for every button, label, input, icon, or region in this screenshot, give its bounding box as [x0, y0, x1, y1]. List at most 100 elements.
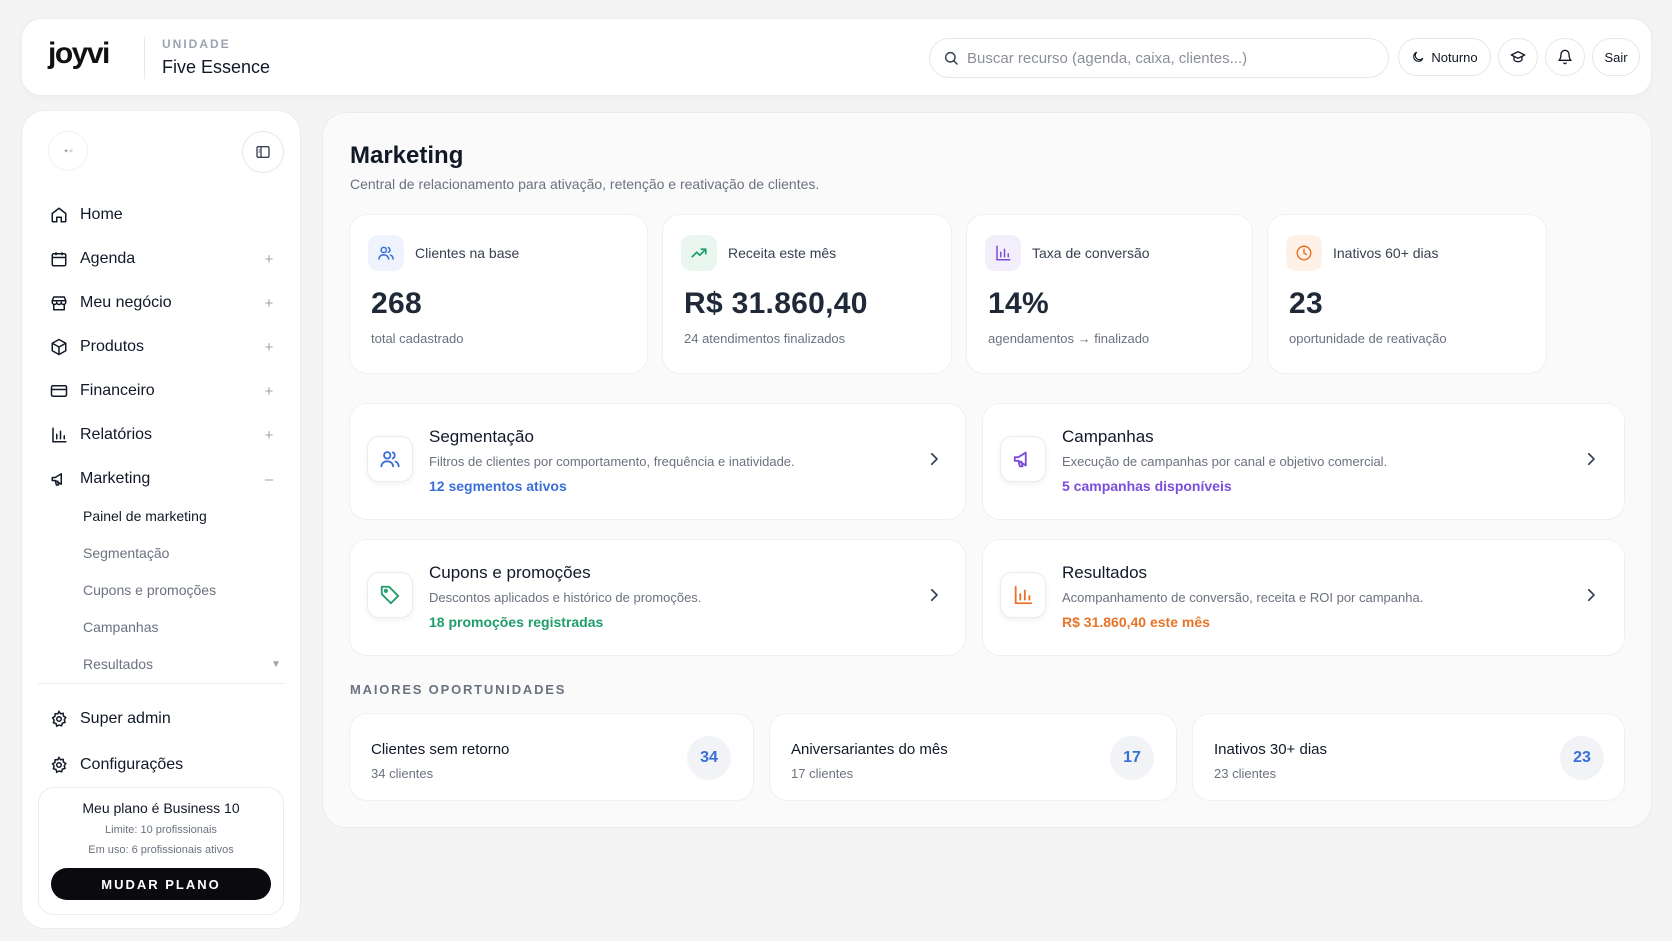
stat-caption: total cadastrado — [371, 331, 464, 346]
home-icon — [50, 206, 68, 224]
feature-link[interactable]: R$ 31.860,40 este mês — [1062, 614, 1210, 630]
stat-card-receita: Receita este mês R$ 31.860,40 24 atendim… — [662, 214, 952, 374]
opportunity-title: Aniversariantes do mês — [791, 741, 948, 758]
plan-limit: Limite: 10 profissionais — [105, 824, 217, 836]
expand-toggle[interactable]: + — [262, 251, 276, 268]
search-bar[interactable] — [929, 38, 1389, 78]
expand-toggle[interactable]: + — [262, 427, 276, 444]
opportunity-card-inativos-30[interactable]: Inativos 30+ dias 23 clientes 23 — [1192, 713, 1625, 801]
megaphone-icon — [1000, 436, 1046, 482]
opportunity-subtitle: 17 clientes — [791, 766, 854, 781]
feature-link[interactable]: 12 segmentos ativos — [429, 478, 567, 494]
bell-icon — [1557, 49, 1573, 65]
chevron-down-icon: ▼ — [271, 659, 281, 670]
sidebar-item-label: Configurações — [80, 756, 184, 773]
stat-caption: agendamentos → finalizado — [988, 331, 1150, 346]
opportunity-card-sem-retorno[interactable]: Clientes sem retorno 34 clientes 34 — [349, 713, 754, 801]
feature-link[interactable]: 5 campanhas disponíveis — [1062, 478, 1232, 494]
feature-title: Cupons e promoções — [429, 563, 591, 582]
sidebar-item-label: Home — [80, 206, 123, 223]
sidebar-item-relatorios[interactable]: Relatórios + — [50, 420, 276, 450]
sidebar-subitem-painel-marketing[interactable]: Painel de marketing — [83, 505, 207, 527]
count-badge: 34 — [687, 736, 731, 780]
main-panel: Marketing Central de relacionamento para… — [322, 112, 1652, 828]
sidebar-item-marketing[interactable]: Marketing – — [50, 464, 276, 494]
sidebar-item-produtos[interactable]: Produtos + — [50, 332, 276, 362]
feature-card-segmentacao[interactable]: Segmentação Filtros de clientes por comp… — [349, 403, 966, 520]
sidebar-item-agenda[interactable]: Agenda + — [50, 244, 276, 274]
search-icon — [943, 50, 959, 66]
sidebar-item-label: Super admin — [80, 710, 171, 727]
stat-card-inativos: Inativos 60+ dias 23 oportunidade de rea… — [1267, 214, 1547, 374]
sidebar-item-financeiro[interactable]: Financeiro + — [50, 376, 276, 406]
theme-toggle-button[interactable]: Noturno — [1398, 38, 1491, 76]
moon-icon — [1411, 50, 1425, 64]
users-icon — [368, 235, 404, 271]
expand-toggle[interactable]: + — [262, 295, 276, 312]
chevron-right-icon — [925, 450, 943, 468]
clock-icon — [1286, 235, 1322, 271]
users-icon — [367, 436, 413, 482]
sidebar-item-configuracoes[interactable]: Configurações — [50, 750, 276, 780]
app-logo[interactable]: joyvi — [48, 39, 110, 69]
feature-card-campanhas[interactable]: Campanhas Execução de campanhas por cana… — [982, 403, 1625, 520]
notifications-button[interactable] — [1545, 38, 1585, 76]
feature-title: Campanhas — [1062, 427, 1154, 446]
feature-card-resultados[interactable]: Resultados Acompanhamento de conversão, … — [982, 539, 1625, 656]
stat-value: 268 — [371, 287, 422, 320]
business-logo: ✦✧ — [48, 131, 88, 171]
feature-card-cupons[interactable]: Cupons e promoções Descontos aplicados e… — [349, 539, 966, 656]
sidebar-subitem-segmentacao[interactable]: Segmentação — [83, 542, 169, 564]
gear-icon — [50, 710, 68, 728]
trending-up-icon — [681, 235, 717, 271]
sidebar-item-home[interactable]: Home — [50, 200, 276, 230]
change-plan-button[interactable]: MUDAR PLANO — [51, 868, 271, 900]
opportunity-subtitle: 23 clientes — [1214, 766, 1277, 781]
page-title: Marketing — [350, 142, 464, 169]
feature-description: Filtros de clientes por comportamento, f… — [429, 454, 795, 469]
package-icon — [50, 338, 68, 356]
academy-button[interactable] — [1498, 38, 1538, 76]
opportunity-title: Clientes sem retorno — [371, 741, 510, 758]
gear-icon — [50, 756, 68, 774]
search-input[interactable] — [967, 39, 1377, 77]
calendar-icon — [50, 250, 68, 268]
stat-label: Receita este mês — [728, 245, 837, 261]
section-heading: MAIORES OPORTUNIDADES — [350, 682, 567, 697]
sidebar-subitem-campanhas[interactable]: Campanhas — [83, 616, 159, 638]
sidebar-divider — [38, 683, 284, 684]
stat-value: 23 — [1289, 287, 1323, 320]
opportunity-card-aniversariantes[interactable]: Aniversariantes do mês 17 clientes 17 — [769, 713, 1177, 801]
opportunity-subtitle: 34 clientes — [371, 766, 434, 781]
stat-label: Clientes na base — [415, 245, 520, 261]
chevron-right-icon — [925, 586, 943, 604]
graduation-cap-icon — [1510, 49, 1526, 65]
sidebar-item-meu-negocio[interactable]: Meu negócio + — [50, 288, 276, 318]
sidebar-subitem-resultados[interactable]: Resultados — [83, 653, 153, 675]
stat-value: R$ 31.860,40 — [684, 287, 868, 320]
megaphone-icon — [50, 470, 68, 488]
sidebar-subitem-cupons[interactable]: Cupons e promoções — [83, 579, 216, 601]
bar-chart-icon — [985, 235, 1021, 271]
collapse-toggle[interactable]: – — [262, 471, 276, 488]
header-divider — [144, 37, 145, 79]
count-badge: 23 — [1560, 736, 1604, 780]
top-bar: joyvi UNIDADE Five Essence Noturno Sair — [21, 18, 1652, 96]
stat-value: 14% — [988, 287, 1049, 320]
expand-toggle[interactable]: + — [262, 383, 276, 400]
plan-title: Meu plano é Business 10 — [82, 800, 240, 816]
plan-usage: Em uso: 6 profissionais ativos — [88, 844, 234, 856]
collapse-sidebar-button[interactable] — [242, 131, 284, 173]
chevron-right-icon — [1582, 450, 1600, 468]
expand-toggle[interactable]: + — [262, 339, 276, 356]
logout-button[interactable]: Sair — [1592, 38, 1640, 76]
stat-card-conversao: Taxa de conversão 14% agendamentos → fin… — [966, 214, 1253, 374]
sidebar-item-super-admin[interactable]: Super admin — [50, 704, 276, 734]
feature-description: Execução de campanhas por canal e objeti… — [1062, 454, 1388, 469]
page-subtitle: Central de relacionamento para ativação,… — [350, 176, 820, 192]
chevron-right-icon — [1582, 586, 1600, 604]
feature-link[interactable]: 18 promoções registradas — [429, 614, 603, 630]
tag-icon — [367, 572, 413, 618]
sidebar-item-label: Produtos — [80, 338, 145, 355]
unit-name[interactable]: Five Essence — [162, 57, 270, 78]
